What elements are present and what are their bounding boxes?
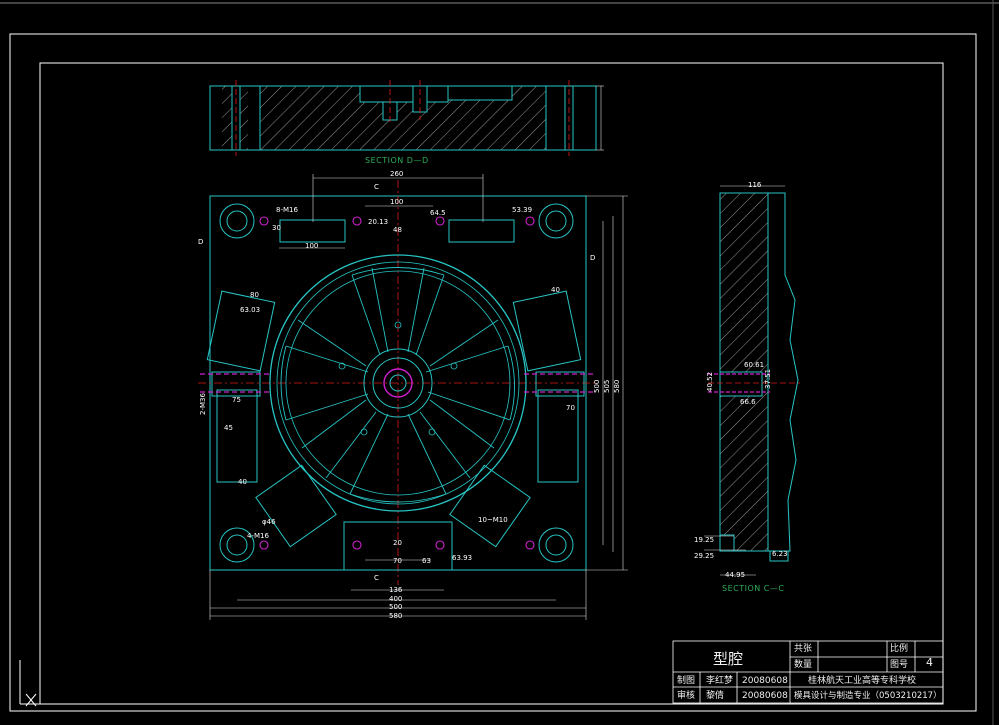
checked-name: 黎倩 (706, 691, 725, 701)
dim-v-505: 505 (603, 380, 611, 393)
dim-bot-580: 580 (389, 612, 402, 620)
dim-side-37-51: 37.51 (764, 369, 772, 389)
drawing-title: 型腔 (713, 650, 744, 668)
checked-date: 20080608 (742, 691, 788, 701)
dim-b-6-23: 6.23 (772, 550, 788, 558)
section-cc-view (704, 185, 800, 576)
dim-bot-63: 63 (422, 557, 431, 565)
dim-64-5: 64.5 (430, 209, 446, 217)
dim-top-m16: 8-M16 (276, 206, 298, 214)
checked-label: 审核 (677, 691, 696, 701)
cad-canvas[interactable]: { "drawing": { "section_dd": "SECTION D—… (0, 0, 999, 725)
dim-left-75: 75 (232, 396, 241, 404)
dim-side-116: 116 (748, 181, 762, 189)
cut-label-d-left: D (198, 238, 203, 246)
dim-bot-63-93: 63.93 (452, 554, 472, 562)
dim-bot-70: 70 (393, 557, 402, 565)
dim-angle-m16: 4-M16 (247, 532, 269, 540)
dim-left-100: 100 (305, 242, 318, 250)
school-name: 桂林航天工业高等专科学校 (808, 676, 917, 686)
dim-angle-63: 63.03 (240, 306, 260, 314)
dim-53-39: 53.39 (512, 206, 532, 214)
dim-top-260: 260 (390, 170, 403, 178)
dim-angle-m10: 10~M10 (478, 516, 508, 524)
dim-side-60-61: 60.61 (744, 361, 764, 369)
drawn-label: 制图 (677, 676, 696, 686)
dim-angle-80: 80 (250, 291, 259, 299)
drawn-date: 20080608 (742, 676, 788, 686)
cut-label-d-right: D (590, 254, 595, 262)
dim-b-19-25: 19.25 (694, 536, 714, 544)
drawing-sheet: SECTION D—D C C D D 260 100 48 8-M16 100… (0, 0, 999, 725)
dim-top-48: 48 (393, 226, 402, 234)
scale-label: 比例 (890, 644, 909, 654)
drawn-name: 李红梦 (706, 676, 734, 686)
dim-angle-o46: φ46 (262, 518, 276, 526)
dim-m36: 2-M36 (199, 393, 207, 415)
dim-b-29-25: 29.25 (694, 552, 714, 560)
dim-bot-400: 400 (389, 595, 402, 603)
dim-left-45: 45 (224, 424, 233, 432)
dim-left-40: 40 (238, 478, 247, 486)
dim-side-66-6: 66.6 (740, 398, 756, 406)
cut-label-c-bottom: C (374, 574, 379, 582)
cut-label-c-top: C (374, 183, 379, 191)
sheet-no: 4 (926, 656, 933, 669)
count-label: 数量 (794, 660, 813, 670)
front-view (198, 174, 628, 620)
dim-side-40-52: 40.52 (706, 372, 714, 392)
dim-top-100: 100 (390, 198, 403, 206)
dim-left-30: 30 (272, 224, 281, 232)
section-dd-view (209, 80, 604, 156)
dim-angle-40: 40 (551, 286, 560, 294)
dim-v-500: 500 (593, 380, 601, 393)
total-sheets-label: 共张 (794, 644, 813, 654)
dim-right-70: 70 (566, 404, 575, 412)
section-cc-label: SECTION C—C (722, 584, 784, 593)
dim-bot-136: 136 (389, 586, 403, 594)
dim-bot-500: 500 (389, 603, 402, 611)
major-name: 模具设计与制造专业（0503210217） (794, 691, 942, 701)
dim-v-580: 580 (613, 380, 621, 393)
dim-bot-20: 20 (393, 539, 402, 547)
sheet-no-label: 图号 (890, 660, 909, 670)
section-dd-label: SECTION D—D (365, 156, 429, 165)
dim-20-13: 20.13 (368, 218, 388, 226)
dim-b-44-95: 44.95 (725, 571, 745, 579)
